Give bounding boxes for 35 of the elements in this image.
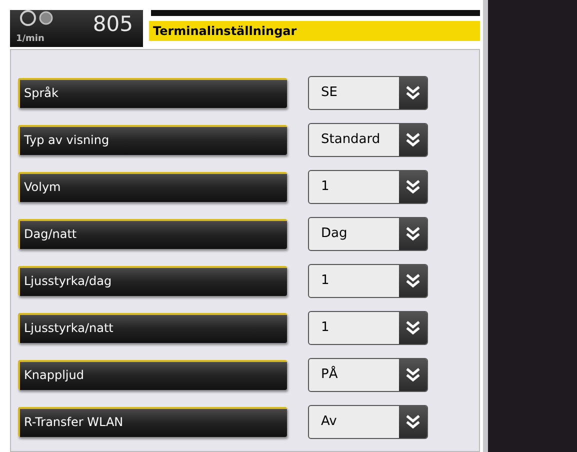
- dropdown-value: SE: [320, 84, 338, 102]
- dropdown-value: Av: [320, 413, 337, 432]
- setting-label[interactable]: Dag/natt: [18, 219, 287, 249]
- dropdown[interactable]: PÅ: [308, 358, 428, 392]
- double-chevron-down-icon: [405, 367, 421, 383]
- double-chevron-down-icon: [405, 179, 421, 195]
- dropdown[interactable]: SE: [308, 76, 428, 110]
- speed-value: 805: [92, 14, 133, 35]
- dropdown[interactable]: Av: [308, 405, 428, 439]
- dropdown-value: Standard: [320, 131, 380, 150]
- setting-label[interactable]: Språk: [18, 78, 287, 108]
- dropdown-value: 1: [320, 178, 330, 196]
- setting-label[interactable]: R-Transfer WLAN: [18, 407, 287, 437]
- dropdown-value: 1: [320, 272, 330, 290]
- dropdown[interactable]: Standard: [308, 123, 428, 157]
- setting-label[interactable]: Ljusstyrka/natt: [18, 313, 287, 343]
- double-chevron-down-icon: [405, 273, 421, 289]
- setting-label[interactable]: Knappljud: [18, 360, 287, 390]
- dropdown[interactable]: 1: [308, 170, 428, 204]
- dropdown-value: 1: [320, 319, 330, 338]
- dropdown[interactable]: 1: [308, 311, 428, 345]
- setting-label[interactable]: Ljusstyrka/dag: [18, 266, 287, 296]
- double-chevron-down-icon: [405, 132, 421, 148]
- double-chevron-down-icon: [405, 320, 421, 336]
- double-chevron-down-icon: [405, 414, 421, 430]
- dropdown-value: PÅ: [320, 365, 338, 384]
- double-chevron-down-icon: [405, 226, 421, 242]
- setting-label[interactable]: Typ av visning: [18, 125, 287, 155]
- unit-label: 1/min: [16, 32, 44, 46]
- setting-label[interactable]: Volym: [18, 172, 287, 202]
- dropdown[interactable]: 1: [308, 264, 428, 298]
- dropdown-value: Dag: [320, 225, 348, 244]
- screen-title: Terminalinställningar: [149, 21, 480, 41]
- double-chevron-down-icon: [405, 85, 421, 101]
- dropdown[interactable]: Dag: [308, 217, 428, 251]
